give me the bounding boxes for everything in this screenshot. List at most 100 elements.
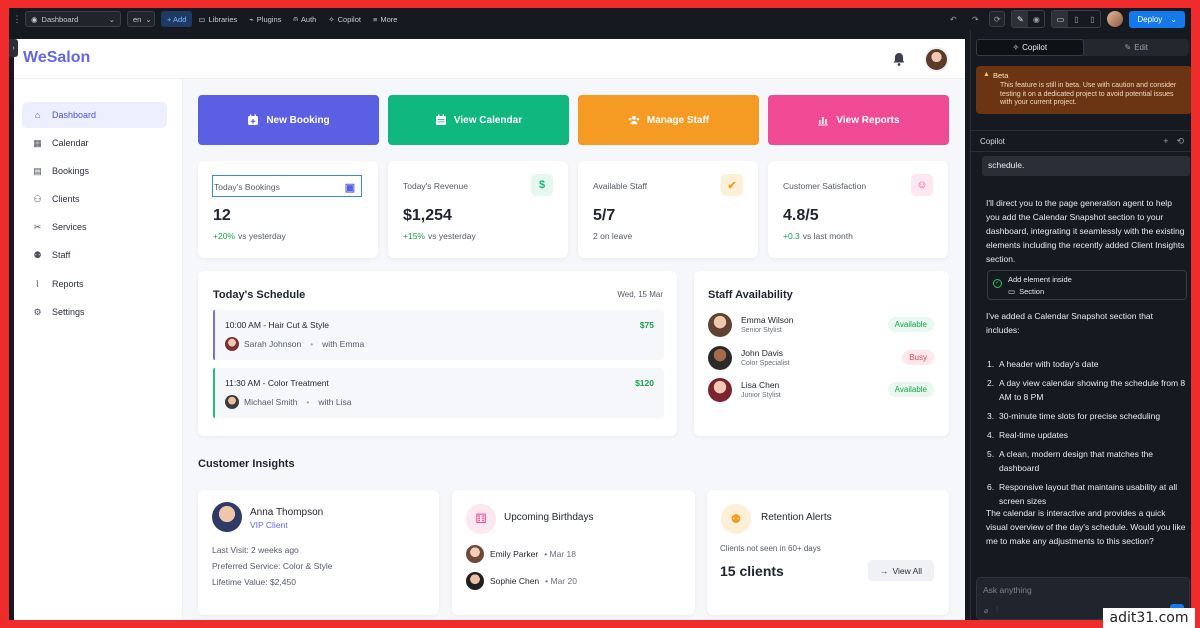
sidebar-item-label: Calendar — [52, 138, 89, 148]
list-item-text: Real-time updates — [999, 430, 1068, 440]
list-number: 6. — [987, 482, 995, 492]
retention-title: Retention Alerts — [761, 512, 832, 523]
staff-row[interactable]: Lisa Chen Junior Stylist Available — [708, 378, 934, 404]
desktop-icon[interactable]: ▭ — [1052, 11, 1069, 27]
lifetime-value: Lifetime Value: $2,450 — [212, 577, 296, 587]
appointment-title: 10:00 AM - Hair Cut & Style — [225, 320, 329, 330]
deploy-button[interactable]: Deploy ⌄ — [1129, 10, 1185, 28]
sidebar-item-dashboard[interactable]: ⌂ Dashboard — [22, 102, 167, 128]
more-vertical-icon[interactable]: ⋮ — [9, 14, 25, 25]
plugins-label: Plugins — [256, 14, 282, 24]
staff-avatar — [708, 346, 732, 370]
stat-card-satisfaction: Customer Satisfaction ☺ 4.8/5 +0.3 vs las… — [768, 161, 948, 258]
copilot-header: Copilot + ⟲ — [971, 130, 1191, 152]
status-badge: Available — [887, 317, 934, 332]
list-item: 5. A clean, modern design that matches th… — [987, 447, 1187, 475]
collapse-panel-icon[interactable]: › — [9, 39, 18, 57]
tool-call-card[interactable]: ✓ Add element inside ▭ Section — [987, 270, 1187, 300]
stat-change-suffix: vs yesterday — [237, 231, 286, 241]
sidebar-item-staff[interactable]: ⚉ Staff — [22, 242, 167, 268]
chevron-down-icon[interactable]: ⌄ — [1170, 15, 1177, 24]
sidebar-item-services[interactable]: ✂ Services — [22, 214, 167, 240]
sidebar-item-settings[interactable]: ⚙ Settings — [22, 299, 167, 325]
staff-row[interactable]: Emma Wilson Senior Stylist Available — [708, 313, 934, 339]
attach-icon[interactable]: ⌀ — [984, 607, 988, 615]
view-all-button[interactable]: → View All — [868, 560, 934, 581]
new-booking-button[interactable]: New Booking — [198, 95, 379, 145]
copilot-header-actions: + ⟲ — [1163, 136, 1184, 147]
copilot-button[interactable]: ✧ Copilot — [322, 11, 367, 27]
stat-value: 5/7 — [593, 207, 616, 224]
sidebar-item-label: Dashboard — [52, 110, 97, 120]
view-calendar-button[interactable]: View Calendar — [388, 95, 569, 145]
appointment-meta: Sarah Johnson • with Emma — [225, 337, 364, 351]
tab-copilot[interactable]: ✧ Copilot — [976, 39, 1084, 56]
refresh-icon[interactable]: ⟳ — [989, 11, 1006, 27]
plugins-button[interactable]: ⌁ Plugins — [243, 11, 287, 27]
appointment-item[interactable]: 10:00 AM - Hair Cut & Style $75 Sarah Jo… — [213, 310, 664, 360]
view-reports-button[interactable]: View Reports — [768, 95, 949, 145]
redo-icon[interactable]: ↷ — [967, 11, 983, 27]
sidebar-item-clients[interactable]: ⚇ Clients — [22, 186, 167, 212]
plus-icon[interactable]: + — [1163, 136, 1168, 147]
sidebar-item-reports[interactable]: ⌇ Reports — [22, 271, 167, 297]
stat-value: 12 — [213, 207, 231, 224]
libraries-button[interactable]: ▭ Libraries — [192, 11, 243, 27]
user-icon: ⚉ — [33, 249, 42, 260]
profile-avatar[interactable] — [924, 47, 949, 72]
tab-edit[interactable]: ✎ Edit — [1084, 39, 1190, 56]
birthday-item[interactable]: Sophie Chen • Mar 20 — [466, 572, 577, 590]
stat-change: +20% vs yesterday — [213, 231, 286, 241]
book-icon: ▤ — [33, 165, 42, 176]
beta-title: Beta — [993, 71, 1009, 80]
app-logo[interactable]: WeSalon — [23, 49, 90, 67]
schedule-title: Today's Schedule — [213, 289, 306, 301]
edit-mode-icon[interactable]: ✎ — [1012, 11, 1029, 27]
more-button[interactable]: ≡ More — [367, 11, 403, 27]
mode-toggle: ✎ ◉ — [1011, 10, 1046, 28]
manage-staff-button[interactable]: Manage Staff — [578, 95, 759, 145]
user-icon: ⍝ — [293, 14, 298, 23]
list-item: 1. A header with today's date — [987, 357, 1187, 371]
stat-change-value: +0.3 — [783, 231, 800, 241]
history-icon[interactable]: ⟲ — [1176, 136, 1184, 147]
staff-row[interactable]: John Davis Color Specialist Busy — [708, 346, 934, 372]
retention-text: Clients not seen in 60+ days — [720, 544, 821, 553]
page-select-value: Dashboard — [41, 14, 79, 24]
assistant-message: The calendar is interactive and provides… — [986, 508, 1186, 546]
list-item: 2. A day view calendar showing the schedu… — [987, 376, 1187, 404]
page-select[interactable]: ◉ Dashboard ⌄ — [25, 11, 121, 27]
tab-edit-label: Edit — [1134, 43, 1148, 52]
preferred-service: Preferred Service: Color & Style — [212, 561, 333, 571]
stat-value: $1,254 — [403, 207, 452, 224]
auth-button[interactable]: ⍝ Auth — [287, 11, 322, 27]
calendar-check-icon: ▣ — [344, 181, 356, 194]
copilot-input-placeholder: Ask anything — [983, 585, 1032, 595]
watermark: adit31.com — [1103, 608, 1195, 628]
sidebar-item-bookings[interactable]: ▤ Bookings — [22, 158, 167, 184]
stat-change: +15% vs yesterday — [403, 231, 476, 241]
status-badge: Busy — [902, 350, 934, 365]
staff-role: Senior Stylist — [741, 327, 782, 334]
stat-change: 2 on leave — [593, 231, 632, 241]
birthday-item[interactable]: Emily Parker • Mar 18 — [466, 545, 576, 563]
sidebar-item-calendar[interactable]: ▦ Calendar — [22, 130, 167, 156]
appointment-item[interactable]: 11:30 AM - Color Treatment $120 Michael … — [213, 368, 664, 418]
app-preview: WeSalon ⌂ Dashboard ▦ Calendar ▤ Booking… — [14, 39, 965, 620]
bell-icon[interactable] — [891, 51, 907, 67]
bar-chart-icon — [818, 117, 829, 126]
tablet-icon[interactable]: ▯ — [1068, 11, 1084, 27]
undo-icon[interactable]: ↶ — [945, 11, 961, 27]
staff-title: Staff Availability — [708, 289, 793, 301]
client-avatar — [212, 502, 242, 532]
user-avatar[interactable] — [1107, 11, 1124, 27]
preview-eye-icon[interactable]: ◉ — [1028, 11, 1044, 27]
mobile-icon[interactable]: ▯ — [1084, 11, 1100, 27]
language-select[interactable]: en ⌄ — [127, 11, 155, 27]
add-button[interactable]: + Add — [161, 11, 193, 27]
settings-icon[interactable]: ⫶ — [996, 607, 998, 615]
staff-avatar — [708, 378, 732, 402]
appointment-stylist: with Emma — [322, 339, 365, 349]
tool-call-target: ▭ Section — [1008, 287, 1044, 296]
status-badge: Available — [887, 382, 934, 397]
